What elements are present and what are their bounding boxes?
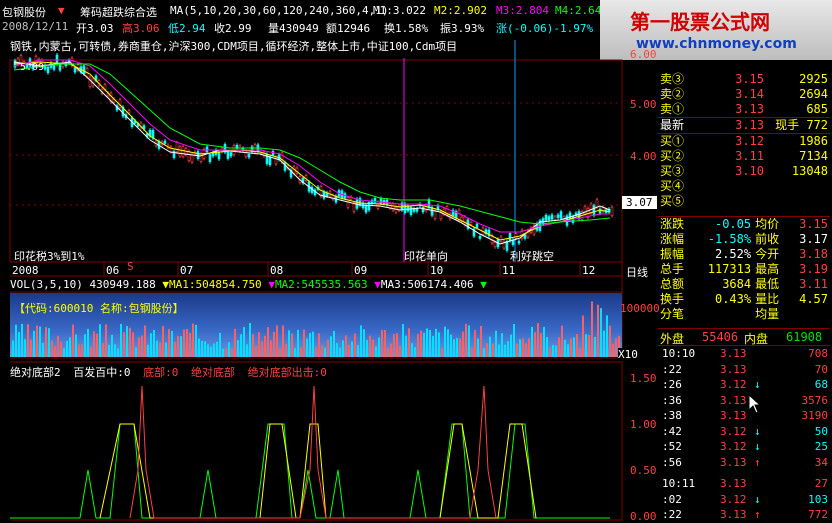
tick-row: :26 3.12 ↓ 68 — [662, 377, 832, 393]
sell-row-1[interactable]: 卖① 3.13 685 — [658, 102, 830, 118]
stats-row: 分笔 均量 — [660, 307, 780, 321]
tick-price: 3.13 — [720, 477, 747, 490]
outer-label: 外盘 — [660, 332, 685, 346]
buy-row-3[interactable]: 买③ 3.10 13048 — [658, 164, 830, 179]
logo-url: www.chnmoney.com — [636, 36, 797, 52]
tick-arrow: ↓ — [754, 378, 761, 391]
tick-price: 3.13 — [720, 409, 747, 422]
stats-row: 换手 0.43% 量比 4.57 — [660, 292, 828, 306]
tick-volume: 50 — [814, 424, 828, 438]
tick-price: 3.13 — [720, 508, 747, 521]
inner-label: 内盘 — [744, 332, 769, 346]
stats-row: 总手 117313 最高 3.19 — [660, 262, 828, 276]
tick-price: 3.12 — [720, 378, 747, 391]
tick-time: :52 — [662, 440, 682, 453]
bottom-y-tick-000: 0.00 — [630, 510, 657, 523]
stats-table: 涨跌 -0.05 均价 3.15 涨幅 -1.58% 前收 3.17 振幅 2.52% 今开 3.… — [658, 216, 830, 322]
tick-arrow: ↓ — [754, 424, 761, 438]
tick-volume: 103 — [808, 492, 828, 506]
stats-row: 总额 3684 最低 3.11 — [660, 277, 828, 291]
tick-arrow: ↓ — [754, 492, 761, 506]
bottom-y-tick-100: 1.00 — [630, 418, 657, 431]
sell-row-2[interactable]: 卖② 3.14 2694 — [658, 87, 830, 102]
bottom-y-tick-050: 0.50 — [630, 464, 657, 477]
tick-row: :36 3.13 3576 — [662, 393, 832, 409]
tick-time: :22 — [662, 508, 682, 521]
tick-arrow: ↓ — [754, 440, 761, 453]
outer-inner-row: 外盘 55406 内盘 61908 — [658, 328, 830, 346]
buy-row-1[interactable]: 买① 3.12 1986 — [658, 133, 830, 150]
tick-price: 3.13 — [720, 393, 747, 407]
mouse-cursor-icon — [748, 394, 762, 414]
y-tick-4: 4.00 — [630, 150, 657, 163]
tick-volume: 34 — [814, 455, 828, 469]
outer-value: 55406 — [702, 330, 739, 344]
order-book-table: 卖③ 3.15 2925 卖② 3.14 2694 卖① 3.13 685 最新 3.13 现手… — [658, 72, 830, 209]
buy-row-4[interactable]: 买④ — [658, 179, 830, 194]
tick-time: :36 — [662, 393, 682, 407]
tick-price: 3.12 — [720, 424, 747, 438]
y-tick-5: 5.00 — [630, 98, 657, 111]
tick-price: 3.12 — [720, 440, 747, 453]
tick-volume: 708 — [808, 347, 828, 360]
tick-arrow: ↑ — [754, 455, 761, 469]
tick-row: :42 3.12 ↓ 50 — [662, 424, 832, 440]
tick-volume: 68 — [814, 378, 828, 391]
latest-row: 最新 3.13 现手 772 — [658, 117, 830, 132]
tick-time: :26 — [662, 378, 682, 391]
tick-time: :02 — [662, 492, 682, 506]
tick-row: 10:11 3.13 27 — [662, 476, 832, 492]
tick-price: 3.13 — [720, 455, 747, 469]
tick-volume: 3576 — [801, 393, 829, 407]
tick-row: :38 3.13 3190 — [662, 408, 832, 424]
tick-time: :22 — [662, 362, 682, 376]
tick-volume: 25 — [814, 440, 828, 453]
tick-price: 3.13 — [720, 362, 747, 376]
tick-row: :52 3.12 ↓ 25 — [662, 439, 832, 455]
tick-row: :56 3.13 ↑ 34 — [662, 455, 832, 471]
tick-volume: 27 — [814, 477, 828, 490]
tick-row: :22 3.13 70 — [662, 362, 832, 378]
sell-row-3[interactable]: 卖③ 3.15 2925 — [658, 72, 830, 87]
tick-row: 10:10 3.13 708 — [662, 346, 832, 362]
tick-volume: 70 — [814, 362, 828, 376]
tick-time: 10:10 — [662, 347, 696, 360]
tick-time: :38 — [662, 409, 682, 422]
stats-row: 涨跌 -0.05 均价 3.15 — [660, 217, 828, 231]
stats-row: 涨幅 -1.58% 前收 3.17 — [660, 232, 828, 246]
tick-arrow: ↑ — [754, 508, 761, 521]
tick-volume: 772 — [808, 508, 828, 521]
vol-y-tick: 100000 — [620, 302, 660, 315]
tick-time: :42 — [662, 424, 682, 438]
tick-row: :02 3.12 ↓ 103 — [662, 492, 832, 508]
tick-price: 3.12 — [720, 492, 747, 506]
bottom-y-tick-150: 1.50 — [630, 372, 657, 385]
inner-value: 61908 — [786, 330, 823, 344]
tick-time: :56 — [662, 455, 682, 469]
tick-row: :22 3.13 ↑ 772 — [662, 507, 832, 523]
bottom-signal-svg — [10, 385, 610, 519]
tick-time: 10:11 — [662, 477, 696, 490]
tick-price: 3.13 — [720, 347, 747, 360]
buy-row-5[interactable]: 买⑤ — [658, 194, 830, 209]
stats-row: 振幅 2.52% 今开 3.18 — [660, 247, 828, 261]
x-axis-label[interactable]: 日线 — [626, 264, 648, 280]
buy-row-2[interactable]: 买② 3.11 7134 — [658, 149, 830, 164]
y-tick-6: 6.00 — [630, 48, 657, 61]
tick-volume: 3190 — [801, 409, 829, 422]
current-price-badge: 3.07 — [622, 196, 657, 209]
